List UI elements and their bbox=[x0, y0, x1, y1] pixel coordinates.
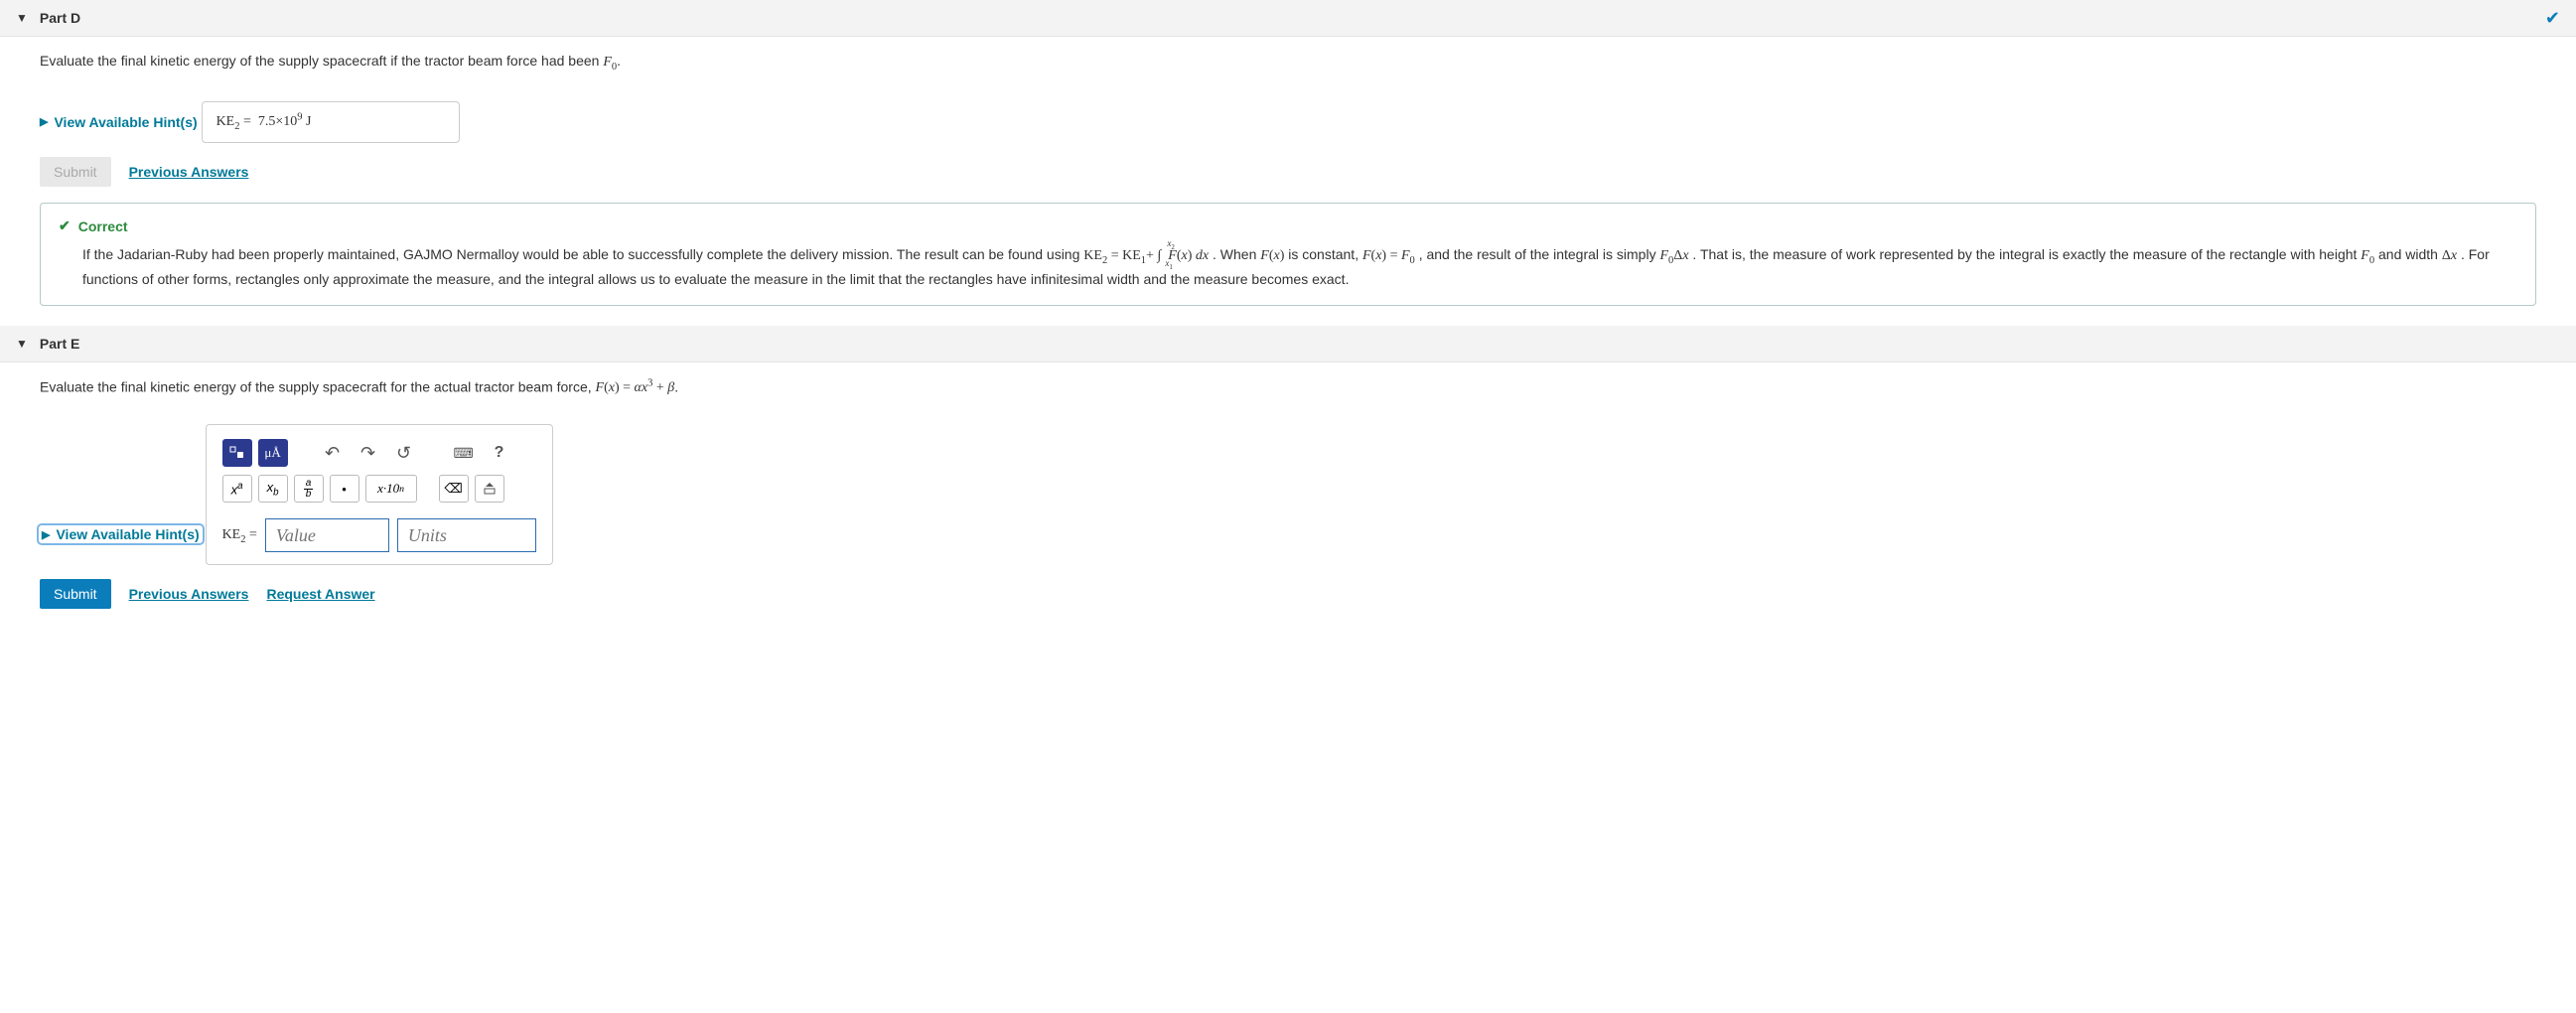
submit-button: Submit bbox=[40, 157, 111, 187]
part-d-title: Part D bbox=[40, 10, 80, 26]
subscript-button[interactable]: xb bbox=[258, 475, 288, 503]
prompt-text: Evaluate the final kinetic energy of the… bbox=[40, 53, 603, 69]
fb-text: is constant, bbox=[1288, 246, 1362, 262]
view-hints-link[interactable]: ▶ View Available Hint(s) bbox=[40, 114, 198, 130]
answer-unit: J bbox=[303, 114, 312, 129]
hints-label: View Available Hint(s) bbox=[54, 114, 197, 130]
completed-check-icon: ✔ bbox=[2545, 8, 2560, 29]
part-d-buttons: Submit Previous Answers bbox=[40, 157, 2536, 187]
fb-text: . That is, the measure of work represent… bbox=[1692, 246, 2361, 262]
lbl: b bbox=[273, 488, 278, 499]
dot-button[interactable]: • bbox=[330, 475, 359, 503]
eq-sign: = bbox=[245, 527, 256, 542]
fb-text: If the Jadarian-Ruby had been properly m… bbox=[82, 246, 1083, 262]
part-e-buttons: Submit Previous Answers Request Answer bbox=[40, 579, 2536, 609]
fb-math: F0Δx bbox=[1659, 248, 1688, 263]
answer-lhs: KE bbox=[216, 114, 235, 129]
prompt-math: F0 bbox=[603, 55, 617, 70]
fb-text: , and the result of the integral is simp… bbox=[1419, 246, 1660, 262]
toolbar-top: μÅ ↶ ↷ ↺ ⌨ ? bbox=[216, 435, 542, 471]
request-answer-link[interactable]: Request Answer bbox=[266, 586, 374, 602]
answer-val: 7.5×10 bbox=[258, 114, 297, 129]
fb-text: . When bbox=[1213, 246, 1260, 262]
answer-eq: = bbox=[239, 114, 254, 129]
answer-input-row: KE2 = bbox=[216, 516, 542, 554]
feedback-box: ✔ Correct If the Jadarian-Ruby had been … bbox=[40, 203, 2536, 306]
reset-button[interactable]: ↺ bbox=[389, 439, 419, 467]
fb-math: KE2 = KE1+ ∫x2x1 F(x) dx bbox=[1083, 248, 1209, 263]
view-hints-link[interactable]: ▶ View Available Hint(s) bbox=[40, 526, 202, 542]
prompt-text-end: . bbox=[617, 53, 621, 69]
part-e-body: Evaluate the final kinetic energy of the… bbox=[0, 362, 2576, 630]
previous-answers-link[interactable]: Previous Answers bbox=[129, 586, 249, 602]
keys-toggle-button[interactable] bbox=[475, 475, 504, 503]
answer-display: KE2 = 7.5×109 J bbox=[202, 101, 460, 143]
correct-check-icon: ✔ bbox=[59, 217, 71, 234]
correct-label: Correct bbox=[78, 218, 128, 234]
help-button[interactable]: ? bbox=[485, 439, 514, 467]
lbl: x·10 bbox=[377, 481, 399, 497]
toolbar-bottom: xa xb ab • x·10n ⌫ bbox=[216, 471, 542, 506]
greek-label: μÅ bbox=[264, 445, 280, 461]
fb-text: and width bbox=[2378, 246, 2442, 262]
part-d-body: Evaluate the final kinetic energy of the… bbox=[0, 37, 2576, 326]
hints-label: View Available Hint(s) bbox=[56, 526, 199, 542]
greek-button[interactable]: μÅ bbox=[258, 439, 288, 467]
lhs: KE bbox=[222, 527, 241, 542]
fb-math: Δx bbox=[2442, 248, 2457, 263]
part-e-title: Part E bbox=[40, 336, 79, 352]
value-input[interactable] bbox=[265, 518, 389, 552]
part-e-header[interactable]: ▼ Part E bbox=[0, 326, 2576, 362]
answer-content: KE2 = 7.5×109 J bbox=[216, 114, 312, 129]
redo-button[interactable]: ↷ bbox=[354, 439, 383, 467]
lbl: n bbox=[399, 484, 404, 495]
expand-right-icon: ▶ bbox=[42, 528, 50, 541]
prompt-math: F(x) = αx3 + β bbox=[596, 380, 675, 395]
templates-icon bbox=[229, 446, 245, 460]
keyboard-button[interactable]: ⌨ bbox=[449, 439, 479, 467]
prompt-text: Evaluate the final kinetic energy of the… bbox=[40, 378, 596, 394]
part-e-prompt: Evaluate the final kinetic energy of the… bbox=[40, 376, 2536, 399]
fb-math: F(x) = F0 bbox=[1362, 248, 1415, 263]
submit-button[interactable]: Submit bbox=[40, 579, 111, 609]
fb-math: F0 bbox=[2361, 248, 2374, 263]
fraction-button[interactable]: ab bbox=[294, 475, 324, 503]
feedback-body: If the Jadarian-Ruby had been properly m… bbox=[59, 244, 2517, 291]
undo-button[interactable]: ↶ bbox=[318, 439, 348, 467]
equation-editor: μÅ ↶ ↷ ↺ ⌨ ? xa xb ab • x·10n ⌫ KE2 = bbox=[206, 424, 553, 565]
answer-lhs: KE2 = bbox=[222, 527, 257, 545]
collapse-caret-icon[interactable]: ▼ bbox=[16, 337, 28, 351]
feedback-header: ✔ Correct bbox=[59, 217, 2517, 234]
previous-answers-link[interactable]: Previous Answers bbox=[129, 164, 249, 180]
part-d-header[interactable]: ▼ Part D ✔ bbox=[0, 0, 2576, 37]
prompt-text-end: . bbox=[674, 378, 678, 394]
collapse-caret-icon[interactable]: ▼ bbox=[16, 11, 28, 25]
fb-math: F(x) bbox=[1260, 248, 1284, 263]
scientific-button[interactable]: x·10n bbox=[365, 475, 417, 503]
superscript-button[interactable]: xa bbox=[222, 475, 252, 503]
keys-icon bbox=[482, 482, 498, 496]
backspace-button[interactable]: ⌫ bbox=[439, 475, 469, 503]
part-d-prompt: Evaluate the final kinetic energy of the… bbox=[40, 51, 2536, 75]
expand-right-icon: ▶ bbox=[40, 115, 48, 128]
lbl: a bbox=[237, 481, 242, 492]
units-input[interactable] bbox=[397, 518, 536, 552]
templates-button[interactable] bbox=[222, 439, 252, 467]
